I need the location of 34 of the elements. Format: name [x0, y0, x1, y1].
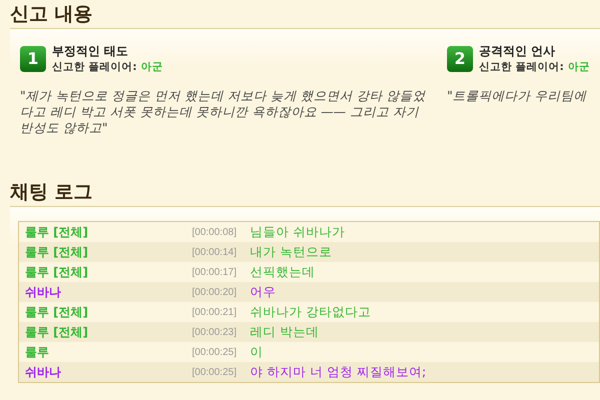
report-quote: "제가 녹턴으로 정글은 먼저 했는데 저보다 늦게 했으면서 강타 않들었다고 레디 박고 서폿 못하는데 못하니깐 욕하잖아요 —— 그리고 자기 반성도 않하고"	[20, 88, 427, 136]
timestamp: [00:00:17]	[192, 266, 238, 278]
number-badge: 2	[447, 46, 473, 72]
timestamp: [00:00:14]	[192, 246, 238, 258]
chat-message: 내가 녹턴으로	[250, 244, 333, 260]
timestamp: [00:00:25]	[192, 346, 238, 358]
report-quote: "트롤픽에다가 우리팀에	[447, 88, 588, 104]
chat-message: 레디 박는데	[250, 324, 320, 340]
player-name: 룰루 [전체]	[25, 304, 90, 320]
timestamp: [00:00:23]	[192, 326, 238, 338]
player-name: 룰루	[25, 344, 50, 360]
player-name: 쉬바나	[25, 364, 62, 380]
report-reason: 공격적인 언사	[479, 43, 556, 60]
chat-message: 님들아 쉬바나가	[250, 224, 346, 240]
report-reason: 부정적인 태도	[52, 43, 130, 60]
number-badge: 1	[20, 46, 46, 72]
player-name: 룰루 [전체]	[25, 264, 90, 280]
chat-message: 이	[250, 344, 264, 360]
timestamp: [00:00:08]	[192, 226, 238, 238]
chat-message: 선픽했는데	[250, 264, 316, 280]
timestamp: [00:00:21]	[192, 306, 238, 318]
chat-message: 야 하지마 너 엄청 찌질해보여;	[250, 364, 428, 380]
reporter-name: 아군	[140, 60, 163, 74]
chat-message: 쉬바나가 강타없다고	[250, 304, 372, 320]
player-name: 룰루 [전체]	[25, 244, 90, 260]
reporter-label: 신고한 플레이어:	[52, 60, 137, 74]
timestamp: [00:00:25]	[192, 366, 238, 378]
chat-message: 어우	[250, 284, 277, 300]
timestamp: [00:00:20]	[192, 286, 238, 298]
reporter-name: 아군	[568, 60, 590, 74]
player-name: 룰루 [전체]	[25, 224, 90, 240]
player-name: 쉬바나	[25, 284, 62, 300]
player-name: 룰루 [전체]	[25, 324, 90, 340]
reporter-label: 신고한 플레이어:	[479, 60, 564, 74]
